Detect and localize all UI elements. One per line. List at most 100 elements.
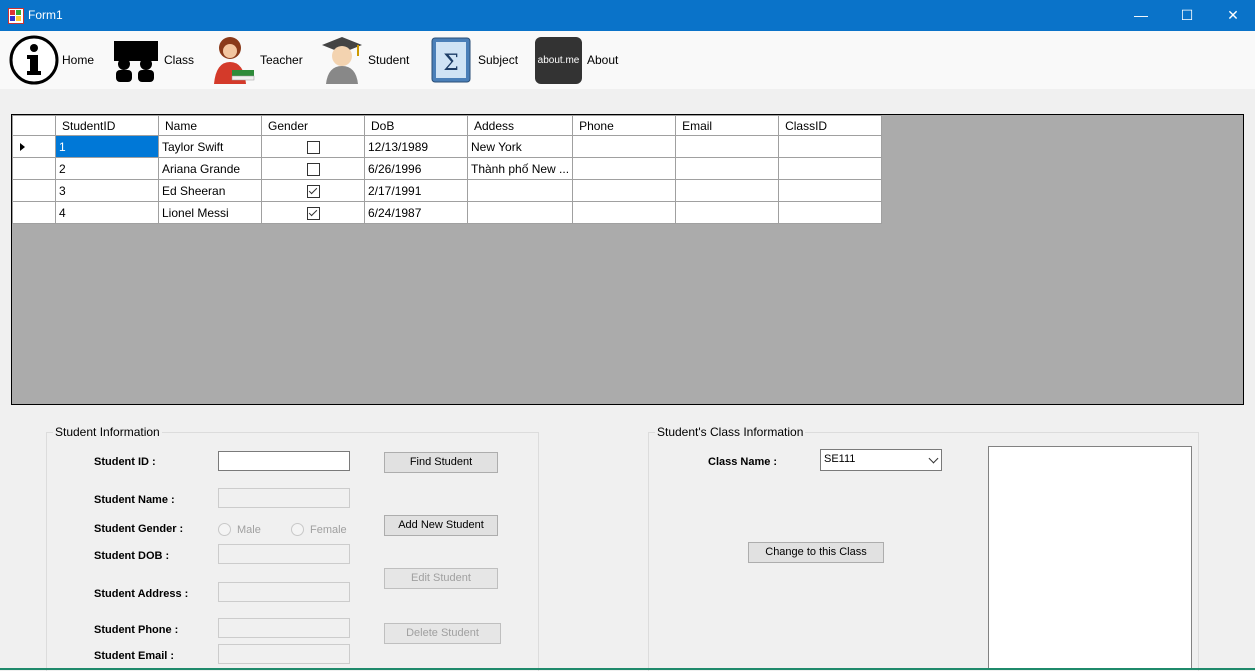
cell-email[interactable] [675,135,780,158]
maximize-button[interactable]: ☐ [1164,0,1210,31]
toolbar: Home Class Teacher Student Σ Subject abo… [0,31,1255,89]
cell-email[interactable] [675,157,780,180]
cell-email[interactable] [675,201,780,224]
student-dob-input[interactable] [218,544,350,564]
edit-student-button[interactable]: Edit Student [384,568,498,589]
cell-phone[interactable] [572,135,677,158]
row-header-current[interactable] [12,135,56,158]
cell-name[interactable]: Taylor Swift [158,135,262,158]
row-header[interactable] [12,201,56,224]
table-row[interactable]: 1 Taylor Swift 12/13/1989 New York [12,135,883,158]
class-name-select[interactable]: SE111 [820,449,942,471]
title-bar: Form1 — ☐ ✕ [0,0,1255,31]
student-id-input[interactable] [218,451,350,471]
student-email-label: Student Email : [94,650,175,662]
cell-classid[interactable] [778,179,883,202]
cell-studentid[interactable]: 2 [55,157,159,180]
cell-dob[interactable]: 12/13/1989 [364,135,468,158]
cell-name[interactable]: Lionel Messi [158,201,262,224]
row-header[interactable] [12,179,56,202]
chevron-down-icon [928,453,939,464]
table-row[interactable]: 4 Lionel Messi 6/24/1987 [12,201,883,224]
column-header-email[interactable]: Email [675,115,780,136]
table-row[interactable]: 3 Ed Sheeran 2/17/1991 [12,179,883,202]
cell-phone[interactable] [572,201,677,224]
toolbar-teacher-label: Teacher [260,53,303,67]
info-icon [9,35,59,85]
gender-checkbox[interactable] [306,162,320,176]
cell-classid[interactable] [778,201,883,224]
toolbar-about-button[interactable]: about.me About [535,34,618,86]
column-header-name[interactable]: Name [158,115,262,136]
toolbar-subject-button[interactable]: Σ Subject [428,34,518,86]
column-header-classid[interactable]: ClassID [778,115,883,136]
male-radio[interactable]: Male [218,523,261,536]
about-me-icon-text: about.me [537,54,580,66]
row-header[interactable] [12,157,56,180]
female-radio[interactable]: Female [291,523,347,536]
cell-dob[interactable]: 2/17/1991 [364,179,468,202]
column-header-dob[interactable]: DoB [364,115,468,136]
student-address-label: Student Address : [94,588,189,600]
cell-name[interactable]: Ariana Grande [158,157,262,180]
cell-classid[interactable] [778,157,883,180]
toolbar-subject-label: Subject [478,53,519,67]
cell-address[interactable]: New York [466,135,574,158]
cell-address[interactable] [466,201,574,224]
student-address-input[interactable] [218,582,350,602]
cell-studentid[interactable]: 1 [55,135,159,158]
student-icon [322,37,362,84]
class-icon [114,41,158,82]
cell-gender[interactable] [261,201,365,224]
class-name-selected: SE111 [824,453,856,465]
find-student-button[interactable]: Find Student [384,452,498,473]
toolbar-teacher-button[interactable]: Teacher [208,34,303,86]
students-table: StudentID Name Gender DoB Addess Phone E… [12,115,883,224]
cell-name[interactable]: Ed Sheeran [158,179,262,202]
about-me-icon: about.me [535,36,582,84]
column-header-address[interactable]: Addess [466,115,574,136]
students-grid[interactable]: StudentID Name Gender DoB Addess Phone E… [11,114,1244,405]
cell-address[interactable]: Thành phố New ... [466,157,574,180]
gender-checkbox[interactable] [306,184,320,198]
toolbar-student-label: Student [368,53,410,67]
cell-studentid[interactable]: 3 [55,179,159,202]
cell-dob[interactable]: 6/26/1996 [364,157,468,180]
cell-gender[interactable] [261,135,365,158]
class-students-listbox[interactable] [988,446,1192,670]
close-button[interactable]: ✕ [1210,0,1255,31]
cell-studentid[interactable]: 4 [55,201,159,224]
minimize-button[interactable]: — [1118,0,1164,31]
cell-phone[interactable] [572,179,677,202]
gender-checkbox[interactable] [306,206,320,220]
gender-checkbox[interactable] [306,140,320,154]
svg-text:Σ: Σ [443,51,459,76]
grid-header-row: StudentID Name Gender DoB Addess Phone E… [12,115,883,136]
column-header-studentid[interactable]: StudentID [55,115,159,136]
cell-email[interactable] [675,179,780,202]
student-name-input[interactable] [218,488,350,508]
cell-gender[interactable] [261,179,365,202]
cell-classid[interactable] [778,135,883,158]
table-row[interactable]: 2 Ariana Grande 6/26/1996 Thành phố New … [12,157,883,180]
cell-gender[interactable] [261,157,365,180]
female-radio-circle [291,523,304,536]
toolbar-student-button[interactable]: Student [320,34,409,86]
toolbar-home-button[interactable]: Home [8,34,94,86]
column-header-gender[interactable]: Gender [261,115,365,136]
student-phone-input[interactable] [218,618,350,638]
change-class-button[interactable]: Change to this Class [748,542,884,563]
student-information-legend: Student Information [53,425,162,439]
cell-address[interactable] [466,179,574,202]
student-dob-label: Student DOB : [94,550,170,562]
column-header-phone[interactable]: Phone [572,115,677,136]
toolbar-class-button[interactable]: Class [112,34,194,86]
cell-dob[interactable]: 6/24/1987 [364,201,468,224]
delete-student-button[interactable]: Delete Student [384,623,501,644]
add-new-student-button[interactable]: Add New Student [384,515,498,536]
app-icon [8,8,24,24]
cell-phone[interactable] [572,157,677,180]
student-phone-label: Student Phone : [94,624,179,636]
student-email-input[interactable] [218,644,350,664]
female-radio-label: Female [310,523,347,536]
